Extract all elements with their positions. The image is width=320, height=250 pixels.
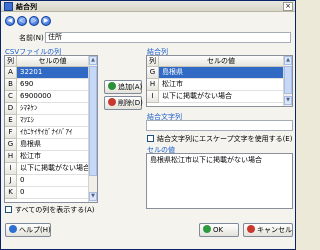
checkmark-icon [203,225,211,233]
scroll-down-arrow[interactable]: ▼ [89,192,97,201]
help-button-label: ヘルプ(H) [19,226,51,234]
first-record-button[interactable]: ◀ [5,16,15,26]
window-title: 結合列 [16,3,37,11]
joined-scrollbar[interactable]: ▲ ▼ [283,56,292,106]
csv-row-label[interactable]: J [5,175,17,187]
joined-row-label[interactable]: G [147,67,159,79]
joined-value-header[interactable]: セルの値 [159,56,284,67]
csv-row-label[interactable]: A [5,67,17,79]
joined-string-input[interactable] [146,120,293,131]
escape-checkbox[interactable] [147,135,154,142]
csv-scrollbar[interactable]: ▲ ▼ [88,56,97,202]
csv-row-value[interactable]: 以下に掲載がない場合 [17,163,88,175]
csv-row-label[interactable]: C [5,91,17,103]
csv-value-header[interactable]: セルの値 [17,56,89,67]
csv-row-value[interactable]: 6900000 [17,91,88,103]
arrow-left-icon [108,98,116,106]
scroll-thumb[interactable] [89,66,97,176]
ok-button[interactable]: OK [199,223,239,237]
joined-row-label[interactable]: I [147,91,159,103]
csv-row-value[interactable]: 690 [17,79,88,91]
scroll-up-arrow[interactable]: ▲ [89,56,97,65]
dialog-window: 結合列 × ◀ ◁ ▷ ▶ 名前(N) 住所 CSVファイルの列 列 セルの値 … [0,0,296,250]
cancel-button-label: キャンセル [257,226,292,234]
add-button-label: 追加(A) [118,83,143,91]
name-input[interactable]: 住所 [45,32,291,43]
remove-button-label: 削除(D) [118,99,143,107]
joined-columns-grid[interactable]: 列 セルの値 G 島根県 H 松江市 I 以下に掲載がない場合 ▲ ▼ [146,55,293,107]
csv-row-value[interactable]: ｼﾏﾈｹﾝ [17,103,88,115]
scroll-up-arrow[interactable]: ▲ [284,56,292,65]
joined-col-header[interactable]: 列 [147,56,159,67]
cell-value-textarea[interactable]: 島根県松江市以下に掲載がない場合 [146,153,293,209]
csv-row-label[interactable]: B [5,79,17,91]
csv-col-header[interactable]: 列 [5,56,17,67]
escape-checkbox-label: 結合文字列にエスケープ文字を使用する(E) [157,135,293,143]
csv-row-value[interactable]: 32201 [17,67,88,79]
cancel-icon [247,225,255,233]
arrow-right-icon [108,82,116,90]
last-record-button[interactable]: ▶ [41,16,51,26]
csv-row-value[interactable]: 島根県 [17,139,88,151]
csv-columns-grid[interactable]: 列 セルの値 A 32201 B 690 C 6900000 D ｼﾏﾈｹﾝ E ﾏﾂｴｼ F ｲｶﾆ… [4,55,98,203]
show-all-checkbox[interactable] [5,206,12,213]
joined-row-label[interactable]: H [147,79,159,91]
add-button[interactable]: 追加(A) [104,80,142,94]
csv-row-value[interactable]: 松江市 [17,151,88,163]
cancel-button[interactable]: キャンセル [243,223,293,237]
scroll-down-arrow[interactable]: ▼ [284,96,292,105]
csv-row-label[interactable]: D [5,103,17,115]
csv-row-value[interactable]: 0 [17,187,88,199]
app-icon [4,2,13,11]
ok-button-label: OK [213,226,224,234]
csv-row-label[interactable]: G [5,139,17,151]
close-button[interactable]: × [283,2,293,11]
csv-row-value[interactable]: ﾏﾂｴｼ [17,115,88,127]
name-label: 名前(N) [19,34,44,42]
joined-row-value[interactable]: 以下に掲載がない場合 [159,91,283,103]
csv-row-value[interactable]: ｲｶﾆｹｲｻｲｶﾞﾅｲﾊﾞｱｲ [17,127,88,139]
title-bar: 結合列 × [1,1,295,12]
csv-row-value[interactable]: 0 [17,175,88,187]
remove-button[interactable]: 削除(D) [104,96,143,110]
csv-row-label[interactable]: I [5,163,17,175]
csv-row-label[interactable]: K [5,187,17,199]
show-all-checkbox-label: すべての列を表示する(A) [15,206,95,214]
joined-row-value[interactable]: 島根県 [159,67,283,79]
help-icon [9,225,17,233]
joined-row-value[interactable]: 松江市 [159,79,283,91]
help-button[interactable]: ヘルプ(H) [5,223,51,237]
next-record-button[interactable]: ▷ [29,16,39,26]
csv-row-label[interactable]: H [5,151,17,163]
csv-row-label[interactable]: E [5,115,17,127]
csv-row-label[interactable]: F [5,127,17,139]
previous-record-button[interactable]: ◁ [17,16,27,26]
scroll-thumb[interactable] [284,66,292,94]
